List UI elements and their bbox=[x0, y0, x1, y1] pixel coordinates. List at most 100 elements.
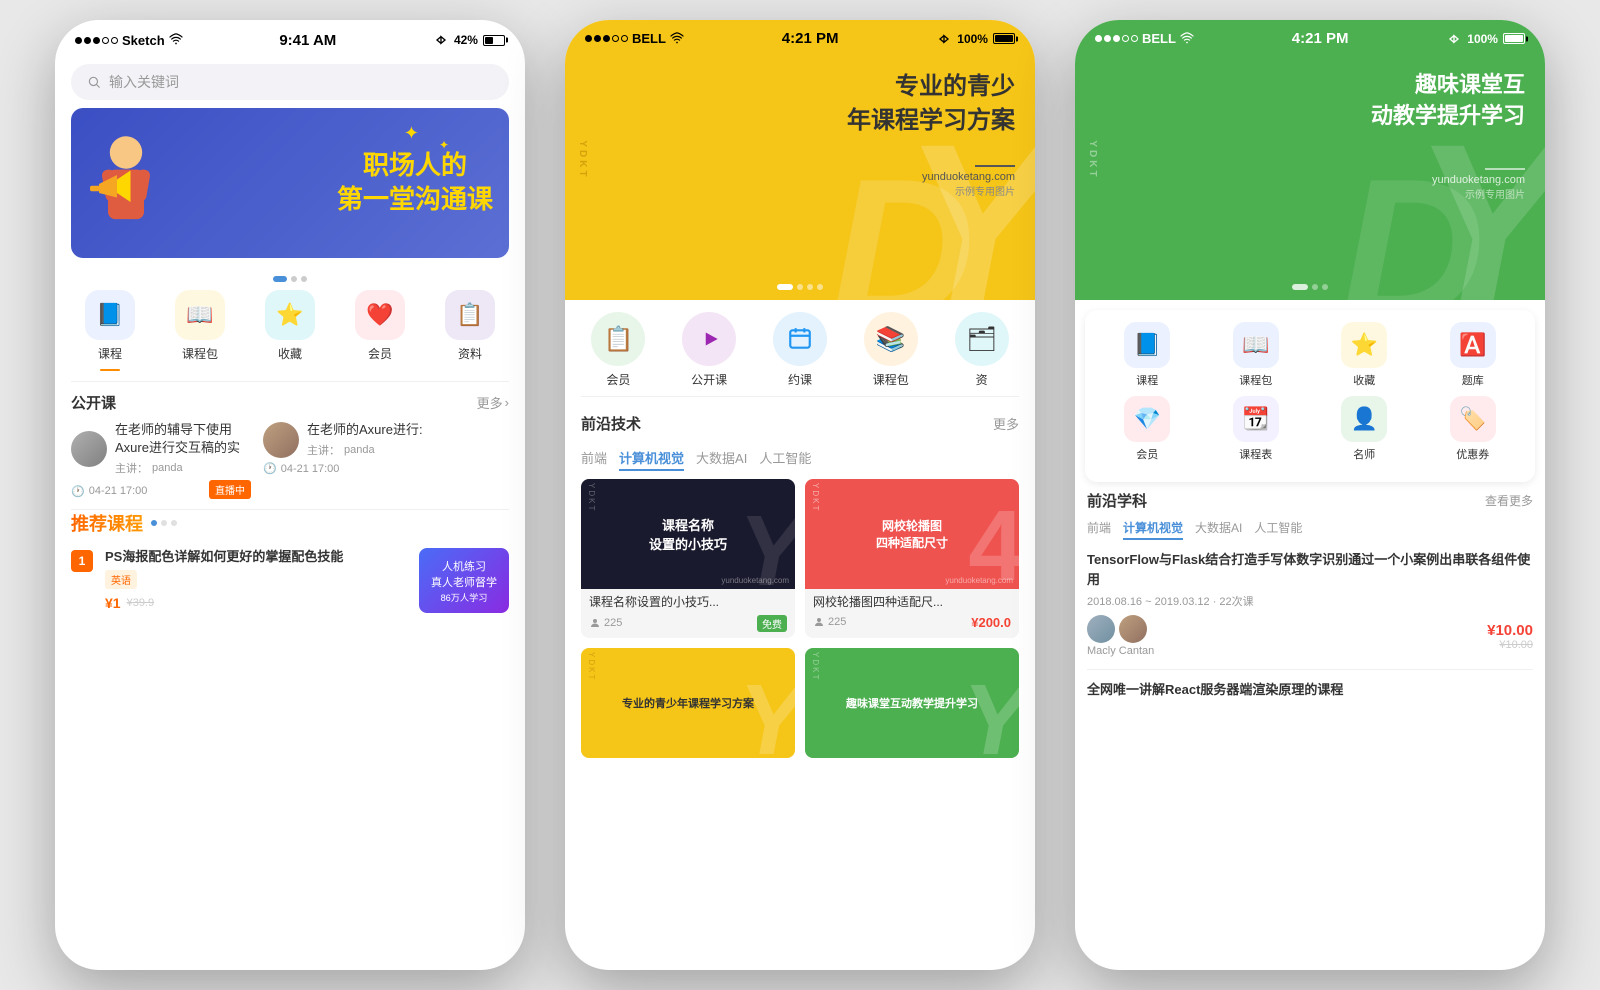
p3-item-2[interactable]: ⭐ 收藏 bbox=[1329, 322, 1399, 388]
course-title-1: 在老师的Axure进行: bbox=[307, 421, 423, 439]
p3-item-3[interactable]: 🅰️ 题库 bbox=[1438, 322, 1508, 388]
open-course-title: 公开课 bbox=[71, 392, 116, 413]
cat-item-3[interactable]: ❤️ 会员 bbox=[355, 290, 405, 371]
banner-indicator-2 bbox=[777, 284, 823, 290]
p2-grid-card-1[interactable]: 4 YDKT 网校轮播图四种适配尺寸 yunduoketang.com 网校轮播… bbox=[805, 479, 1019, 638]
p3-icon-3: 🅰️ bbox=[1450, 322, 1496, 368]
cat-label-0: 课程 bbox=[98, 345, 122, 362]
p3-item-0[interactable]: 📘 课程 bbox=[1112, 322, 1182, 388]
p2-section-title: 前沿技术 bbox=[581, 413, 641, 434]
rank-badge-0: 1 bbox=[71, 550, 93, 572]
search-bar[interactable]: 输入关键词 bbox=[71, 64, 509, 100]
p2-grid-card-0[interactable]: Y YDKT 课程名称设置的小技巧 yunduoketang.com 课程名称设… bbox=[581, 479, 795, 638]
p3-item-4[interactable]: 💎 会员 bbox=[1112, 396, 1182, 462]
p2-cat-label-2: 约课 bbox=[788, 371, 812, 388]
banner-text-1: 职场人的 第一堂沟通课 bbox=[337, 149, 493, 217]
cat-label-3: 会员 bbox=[368, 345, 392, 362]
status-bar-3: BELL 4:21 PM 100% bbox=[1075, 30, 1545, 53]
cat-icon-0: 📘 bbox=[85, 290, 135, 340]
battery-pct-2: 100% bbox=[957, 32, 988, 46]
p3-item-7[interactable]: 🏷️ 优惠券 bbox=[1438, 396, 1508, 462]
cat-icon-3: ❤️ bbox=[355, 290, 405, 340]
cat-item-0[interactable]: 📘 课程 bbox=[85, 290, 135, 371]
p3-label-4: 会员 bbox=[1136, 446, 1158, 462]
banner2-title: 专业的青少 年课程学习方案 bbox=[847, 70, 1015, 137]
p3-section: 前沿学科 查看更多 前端 计算机视觉 大数据AI 人工智能 TensorFlow… bbox=[1075, 490, 1545, 700]
p3-avatars-0 bbox=[1087, 615, 1154, 643]
course-card-0[interactable]: 在老师的辅导下使用Axure进行交互稿的实 主讲：panda 🕐 04-21 1… bbox=[71, 421, 251, 499]
cat-icon-2: ⭐ bbox=[265, 290, 315, 340]
p3-item-5[interactable]: 📆 课程表 bbox=[1221, 396, 1291, 462]
avatar-1 bbox=[263, 422, 299, 458]
search-icon bbox=[87, 75, 101, 89]
course-card-1[interactable]: 在老师的Axure进行: 主讲：panda 🕐 04-21 17:00 bbox=[263, 421, 443, 499]
cat-label-1: 课程包 bbox=[182, 345, 218, 362]
p3-avatar-1 bbox=[1119, 615, 1147, 643]
p2-grid-price-1: ¥200.0 bbox=[971, 615, 1011, 630]
p3-tag-0[interactable]: 前端 bbox=[1087, 519, 1111, 540]
search-placeholder: 输入关键词 bbox=[109, 72, 179, 92]
p2-cat-icon-4: 🗂 bbox=[955, 312, 1009, 366]
p2-grid-card-3[interactable]: Y YDKT 趣味课堂互动教学提升学习 bbox=[805, 648, 1019, 758]
battery-pct-1: 42% bbox=[454, 33, 478, 47]
p3-item-1[interactable]: 📖 课程包 bbox=[1221, 322, 1291, 388]
p3-course-title-1: 全网唯一讲解React服务器端渲染原理的课程 bbox=[1087, 680, 1533, 700]
p2-section-more[interactable]: 更多 bbox=[993, 414, 1019, 433]
phone2-content: 📋 会员 公开课 约课 📚 课程包 bbox=[565, 300, 1035, 970]
divider-p2 bbox=[581, 396, 1019, 397]
p3-label-3: 题库 bbox=[1462, 372, 1484, 388]
cat-icon-4: 📋 bbox=[445, 290, 495, 340]
p2-cat-1[interactable]: 公开课 bbox=[682, 312, 736, 388]
p3-label-6: 名师 bbox=[1353, 446, 1375, 462]
banner-1: 职场人的 第一堂沟通课 ✦ ✦ bbox=[71, 108, 509, 258]
avatar-0 bbox=[71, 431, 107, 467]
cat-item-2[interactable]: ⭐ 收藏 bbox=[265, 290, 315, 371]
p2-tag-3[interactable]: 人工智能 bbox=[759, 448, 811, 471]
p2-cat-icon-2 bbox=[773, 312, 827, 366]
p3-course-0[interactable]: TensorFlow与Flask结合打造手写体数字识别通过一个小案例出串联各组件… bbox=[1087, 550, 1533, 657]
p2-cat-2[interactable]: 约课 bbox=[773, 312, 827, 388]
p2-cat-4[interactable]: 🗂 资 bbox=[955, 312, 1009, 388]
recommend-title: 推荐课程 bbox=[71, 510, 143, 536]
open-course-more[interactable]: 更多 › bbox=[477, 393, 509, 412]
p2-cat-label-0: 会员 bbox=[606, 371, 630, 388]
p3-tags: 前端 计算机视觉 大数据AI 人工智能 bbox=[1087, 519, 1533, 540]
p3-icon-7: 🏷️ bbox=[1450, 396, 1496, 442]
p3-teachers-0: Macly Cantan bbox=[1087, 645, 1154, 657]
cat-label-2: 收藏 bbox=[278, 345, 302, 362]
p3-tag-3[interactable]: 人工智能 bbox=[1254, 519, 1302, 540]
p2-tag-1[interactable]: 计算机视觉 bbox=[619, 448, 684, 471]
p2-tag-0[interactable]: 前端 bbox=[581, 448, 607, 471]
wifi-icon-1 bbox=[169, 33, 183, 47]
p3-icon-5: 📆 bbox=[1233, 396, 1279, 442]
phone2-header: BELL 4:21 PM 100% YDKT Y D 专业的青少 年课程学习方案 bbox=[565, 20, 1035, 300]
p3-course-1[interactable]: 全网唯一讲解React服务器端渲染原理的课程 bbox=[1087, 680, 1533, 700]
p3-icon-0: 📘 bbox=[1124, 322, 1170, 368]
p2-tags: 前端 计算机视觉 大数据AI 人工智能 bbox=[565, 442, 1035, 479]
p3-more[interactable]: 查看更多 bbox=[1485, 492, 1533, 509]
p2-cat-3[interactable]: 📚 课程包 bbox=[864, 312, 918, 388]
p2-section-header: 前沿技术 更多 bbox=[565, 403, 1035, 442]
p3-section-title: 前沿学科 bbox=[1087, 490, 1147, 511]
p3-tag-1[interactable]: 计算机视觉 bbox=[1123, 519, 1183, 540]
p2-cat-0[interactable]: 📋 会员 bbox=[591, 312, 645, 388]
p3-tag-2[interactable]: 大数据AI bbox=[1195, 519, 1242, 540]
p2-cat-icon-3: 📚 bbox=[864, 312, 918, 366]
p2-grid-students-1: 225 bbox=[813, 616, 846, 628]
recommend-card-0[interactable]: 1 PS海报配色详解如何更好的掌握配色技能 英语 ¥1 ¥39.9 人机练习真人… bbox=[71, 548, 509, 613]
banner3-sub: yunduoketang.com 示例专用图片 bbox=[1432, 168, 1525, 201]
p3-label-0: 课程 bbox=[1136, 372, 1158, 388]
p2-course-grid-1: Y YDKT 专业的青少年课程学习方案 Y YDKT 趣味课堂互动教学提升学习 bbox=[565, 648, 1035, 768]
cat-item-1[interactable]: 📖 课程包 bbox=[175, 290, 225, 371]
p3-item-6[interactable]: 👤 名师 bbox=[1329, 396, 1399, 462]
phone3-content: 📘 课程 📖 课程包 ⭐ 收藏 🅰️ 题库 bbox=[1075, 300, 1545, 970]
p3-row-1: 📘 课程 📖 课程包 ⭐ 收藏 🅰️ 题库 bbox=[1093, 322, 1527, 388]
p3-divider-0 bbox=[1087, 669, 1533, 670]
p2-grid-card-2[interactable]: Y YDKT 专业的青少年课程学习方案 bbox=[581, 648, 795, 758]
phone1: Sketch 9:41 AM 42% bbox=[55, 20, 525, 970]
p3-icons-section: 📘 课程 📖 课程包 ⭐ 收藏 🅰️ 题库 bbox=[1085, 310, 1535, 482]
course-list-1: 在老师的辅导下使用Axure进行交互稿的实 主讲：panda 🕐 04-21 1… bbox=[55, 421, 525, 509]
p3-label-7: 优惠券 bbox=[1456, 446, 1489, 462]
p2-tag-2[interactable]: 大数据AI bbox=[696, 448, 747, 471]
cat-item-4[interactable]: 📋 资料 bbox=[445, 290, 495, 371]
